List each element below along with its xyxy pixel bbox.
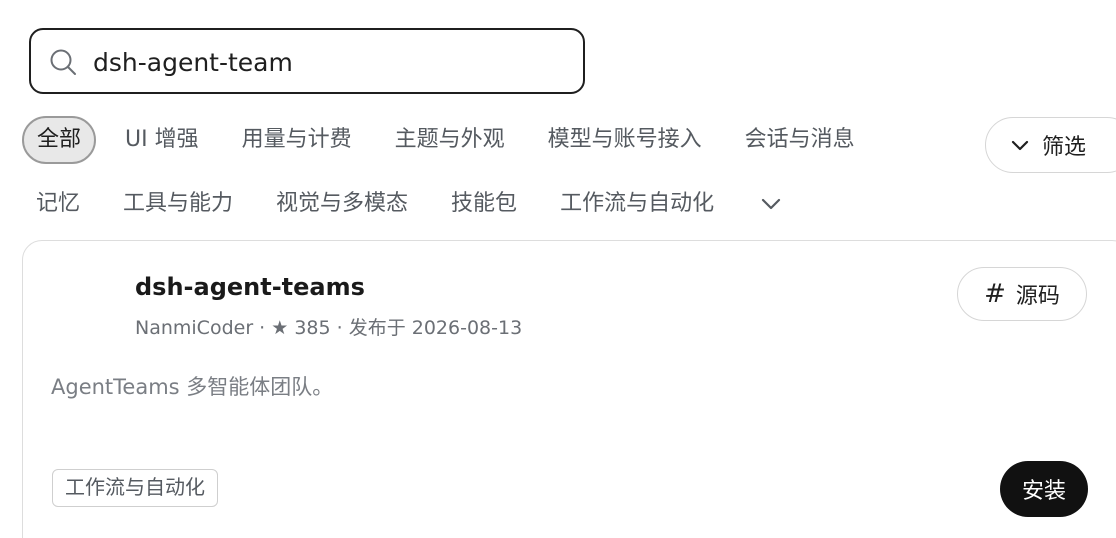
plugin-marketplace-page: 全部 UI 增强 用量与计费 主题与外观 模型与账号接入 会话与消息 筛选 记忆… [0,0,1116,538]
plugin-category-tag: 工作流与自动化 [52,469,218,507]
plugin-card: dsh-agent-teams NanmiCoder · ★ 385 · 发布于… [22,240,1116,538]
category-chip-theme[interactable]: 主题与外观 [381,118,519,162]
chevron-down-icon [1011,140,1029,151]
category-row-2: 记忆 工具与能力 视觉与多模态 技能包 工作流与自动化 [22,182,791,226]
install-button[interactable]: 安装 [1000,461,1088,517]
chevron-down-icon [761,198,781,210]
category-chip-ui[interactable]: UI 增强 [111,118,213,162]
filter-button[interactable]: 筛选 [985,117,1116,173]
plugin-meta: NanmiCoder · ★ 385 · 发布于 2026-08-13 [135,317,523,339]
category-row-1: 全部 UI 增强 用量与计费 主题与外观 模型与账号接入 会话与消息 [22,116,884,164]
category-chip-tools[interactable]: 工具与能力 [109,182,247,226]
category-chip-skills[interactable]: 技能包 [437,182,531,226]
expand-categories-button[interactable] [751,182,791,226]
search-box[interactable] [29,28,585,94]
plugin-description: AgentTeams 多智能体团队。 [51,375,334,399]
hash-icon: # [984,279,1006,309]
category-chip-model-account[interactable]: 模型与账号接入 [534,118,716,162]
filter-label: 筛选 [1042,135,1087,160]
category-chip-usage-billing[interactable]: 用量与计费 [228,118,366,162]
source-label: 源码 [1015,284,1060,309]
category-chip-all[interactable]: 全部 [22,116,97,164]
source-button[interactable]: # 源码 [957,267,1087,321]
category-chip-workflow[interactable]: 工作流与自动化 [546,182,728,226]
category-chip-vision[interactable]: 视觉与多模态 [262,182,422,226]
category-chip-session-message[interactable]: 会话与消息 [731,118,869,162]
category-chip-memory[interactable]: 记忆 [22,182,94,226]
search-icon [50,49,76,75]
plugin-title[interactable]: dsh-agent-teams [135,273,365,301]
search-input[interactable] [93,42,563,82]
